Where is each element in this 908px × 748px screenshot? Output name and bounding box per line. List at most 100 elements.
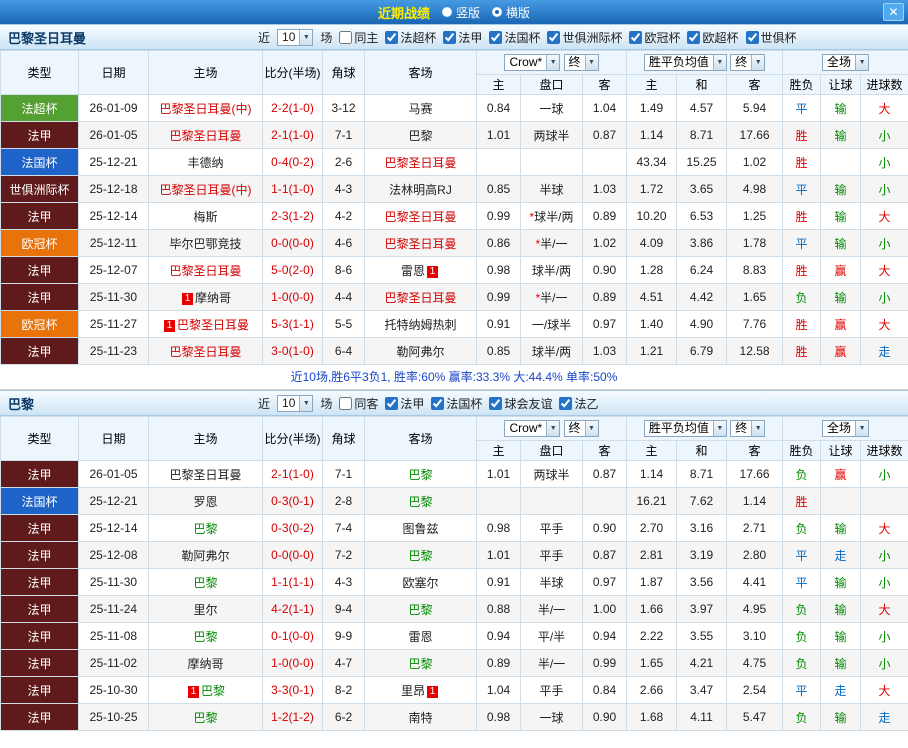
column-header-home: 主场 [148, 50, 263, 95]
filter-checkbox-同客[interactable]: 同客 [339, 395, 378, 412]
odds-source-select[interactable]: Crow* ▼ [504, 54, 561, 71]
avg-away-cell: 2.80 [726, 541, 784, 569]
team-label: 巴黎 [193, 629, 218, 644]
checkbox-input[interactable] [339, 396, 353, 410]
handicap-result-cell: 输 [820, 121, 862, 149]
page-title: 近期战绩 [377, 5, 430, 21]
checkbox-label: 球会友谊 [504, 396, 553, 411]
odds-time-select[interactable]: 终 ▼ [563, 54, 599, 71]
chevron-down-icon: ▼ [855, 421, 869, 436]
checkbox-input[interactable] [687, 30, 701, 44]
avg-draw-cell: 8.71 [676, 121, 728, 149]
checkbox-input[interactable] [489, 30, 503, 44]
filter-checkbox-法甲[interactable]: 法甲 [443, 29, 482, 46]
league-cell: 法甲 [0, 256, 79, 284]
odds-away-cell: 1.03 [581, 337, 628, 365]
near-label: 近 [258, 30, 271, 45]
team-label: 巴黎 [193, 575, 218, 590]
filter-bar: 近 10 ▼ 场 同主 法超杯 法甲 法国杯 世俱洲际杯 欧冠杯 欧超杯 世俱杯 [258, 28, 797, 46]
checkbox-input[interactable] [489, 396, 503, 410]
near-label: 近 [258, 396, 271, 411]
home-team-cell: 巴黎 [148, 622, 263, 650]
layout-vertical-option[interactable]: 竖版 [441, 4, 480, 21]
team-label: 巴黎 [200, 683, 225, 698]
corners-cell: 6-2 [322, 703, 365, 731]
match-row: 法甲 26-01-05 巴黎圣日耳曼 2-1(1-0) 7-1 巴黎 1.01 两球半 0.87… [0, 121, 908, 149]
odds-away-cell: 0.99 [581, 649, 628, 677]
filter-checkbox-法国杯[interactable]: 法国杯 [431, 395, 482, 412]
score-cell: 1-0(0-0) [262, 649, 323, 677]
handicap-result-cell: 输 [820, 283, 862, 311]
odds-home-cell: 1.01 [476, 460, 521, 488]
avg-type-select[interactable]: 胜平负均值 ▼ [643, 420, 727, 437]
date-cell: 25-10-25 [78, 703, 149, 731]
layout-horizontal-label: 横版 [506, 5, 531, 20]
odds-home-cell: 0.85 [476, 337, 521, 365]
odds-away-cell: 0.97 [581, 568, 628, 596]
avg-time-select[interactable]: 终 ▼ [730, 54, 766, 71]
filter-checkbox-同主[interactable]: 同主 [339, 29, 378, 46]
checkbox-input[interactable] [629, 30, 643, 44]
checkbox-input[interactable] [547, 30, 561, 44]
match-row: 法国杯 25-12-21 丰德纳 0-4(0-2) 2-6 巴黎圣日耳曼 43.34 15.2… [0, 148, 908, 176]
filter-checkbox-世俱洲际杯[interactable]: 世俱洲际杯 [547, 29, 622, 46]
checkbox-label: 法国杯 [504, 30, 541, 45]
checkbox-input[interactable] [443, 30, 457, 44]
odds-source-select[interactable]: Crow* ▼ [504, 420, 561, 437]
team-label: 巴黎 [408, 656, 433, 671]
filter-checkbox-法乙[interactable]: 法乙 [559, 395, 598, 412]
league-cell: 法甲 [0, 202, 79, 230]
match-count-select[interactable]: 10 ▼ [277, 28, 314, 46]
checkbox-input[interactable] [339, 30, 353, 44]
handicap-result-cell: 赢 [820, 337, 862, 365]
avg-away-cell: 1.02 [726, 148, 784, 176]
odds-home-cell: 1.01 [476, 541, 521, 569]
team-label: 巴黎 [408, 467, 433, 482]
filter-checkbox-法超杯[interactable]: 法超杯 [385, 29, 436, 46]
odds-home-cell: 0.98 [476, 514, 521, 542]
scope-select[interactable]: 全场 ▼ [822, 54, 870, 71]
checkbox-input[interactable] [385, 396, 399, 410]
chevron-down-icon: ▼ [546, 55, 560, 70]
filter-checkbox-欧超杯[interactable]: 欧超杯 [687, 29, 739, 46]
goals-result-cell: 小 [860, 568, 908, 596]
layout-horizontal-option[interactable]: 横版 [492, 4, 530, 21]
score-cell: 5-0(2-0) [262, 256, 323, 284]
avg-away-cell: 17.66 [726, 460, 784, 488]
column-header: 主 [476, 74, 521, 95]
date-cell: 25-11-30 [78, 568, 149, 596]
filter-checkbox-世俱杯[interactable]: 世俱杯 [745, 29, 797, 46]
handicap-cell: 半/一 [520, 595, 583, 623]
match-row: 法甲 25-10-25 巴黎 1-2(1-2) 6-2 南特 0.98 一球 0.90 1.68 4… [0, 703, 908, 731]
filter-checkbox-欧冠杯[interactable]: 欧冠杯 [629, 29, 680, 46]
goals-result-cell: 小 [860, 175, 908, 203]
scope-select[interactable]: 全场 ▼ [822, 420, 870, 437]
avg-type-select[interactable]: 胜平负均值 ▼ [643, 54, 727, 71]
handicap-cell: 球半/两 [520, 256, 583, 284]
date-cell: 25-11-08 [78, 622, 149, 650]
radio-horizontal-icon[interactable] [492, 7, 502, 17]
score-cell: 0-1(0-0) [262, 622, 323, 650]
column-header: 进球数 [860, 74, 908, 95]
handicap-cell [520, 487, 583, 515]
date-cell: 25-12-18 [78, 175, 149, 203]
team-label: 欧塞尔 [402, 575, 439, 590]
checkbox-input[interactable] [745, 30, 759, 44]
score-cell: 2-2(1-0) [262, 94, 323, 122]
handicap-cell [520, 148, 583, 176]
checkbox-input[interactable] [385, 30, 399, 44]
handicap-result-cell: 输 [820, 229, 862, 257]
avg-time-select[interactable]: 终 ▼ [730, 420, 766, 437]
radio-vertical-icon[interactable] [441, 7, 452, 17]
date-cell: 25-12-08 [78, 541, 149, 569]
odds-time-select[interactable]: 终 ▼ [563, 420, 599, 437]
match-count-select[interactable]: 10 ▼ [277, 394, 314, 412]
date-cell: 25-12-07 [78, 256, 149, 284]
close-button[interactable]: ✕ [883, 3, 904, 21]
filter-checkbox-球会友谊[interactable]: 球会友谊 [489, 395, 552, 412]
filter-checkbox-法甲[interactable]: 法甲 [385, 395, 424, 412]
checkbox-input[interactable] [559, 396, 573, 410]
team-label: 巴黎 [193, 521, 218, 536]
checkbox-input[interactable] [431, 396, 445, 410]
filter-checkbox-法国杯[interactable]: 法国杯 [489, 29, 540, 46]
